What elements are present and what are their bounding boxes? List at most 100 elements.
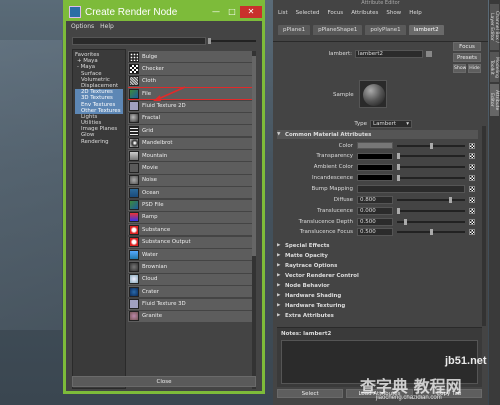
attr-slider[interactable] xyxy=(397,164,465,171)
tab-pplaneshape1[interactable]: pPlaneShape1 xyxy=(313,25,363,35)
node-item-checker[interactable]: Checker xyxy=(128,63,252,75)
side-tab-channel-box[interactable]: Channel Box / Layer Editor xyxy=(489,4,499,50)
section-extra-attributes[interactable]: ▶ Extra Attributes xyxy=(277,311,478,320)
ae-menu-show[interactable]: Show xyxy=(386,10,401,16)
node-item-file[interactable]: File xyxy=(128,87,252,101)
slider-knob[interactable] xyxy=(397,174,400,181)
map-texture-icon[interactable] xyxy=(469,153,475,160)
node-item-mountain[interactable]: Mountain xyxy=(128,150,252,162)
section-hardware-shading[interactable]: ▶ Hardware Shading xyxy=(277,291,478,300)
color-swatch[interactable] xyxy=(357,163,393,171)
tab-lambert2[interactable]: lambert2 xyxy=(408,25,444,35)
attr-slider[interactable] xyxy=(397,218,465,225)
map-texture-icon[interactable] xyxy=(469,142,475,149)
hide-button[interactable]: Hide xyxy=(468,64,481,73)
map-texture-icon[interactable] xyxy=(469,174,475,181)
attr-slider[interactable] xyxy=(397,153,465,160)
section-node-behavior[interactable]: ▶ Node Behavior xyxy=(277,281,478,290)
minimize-icon[interactable]: — xyxy=(208,6,224,18)
slider-knob[interactable] xyxy=(430,142,433,149)
section-special-effects[interactable]: ▶ Special Effects xyxy=(277,241,478,250)
node-item-noise[interactable]: Noise xyxy=(128,174,252,186)
show-button[interactable]: Show xyxy=(453,64,466,73)
close-icon[interactable]: ✕ xyxy=(240,6,262,18)
node-name-field[interactable]: lambert2 xyxy=(355,50,423,58)
color-swatch[interactable] xyxy=(357,152,393,160)
menu-help[interactable]: Help xyxy=(100,23,114,30)
ae-menu-attributes[interactable]: Attributes xyxy=(351,10,378,16)
attr-slider[interactable] xyxy=(397,207,465,214)
search-input[interactable] xyxy=(72,37,206,45)
node-item-ocean[interactable]: Ocean xyxy=(128,187,252,199)
slider-knob[interactable] xyxy=(430,229,433,236)
node-item-cloud[interactable]: Cloud xyxy=(128,273,252,285)
slider-knob[interactable] xyxy=(397,207,400,214)
common-attributes-header[interactable]: ▼ Common Material Attributes xyxy=(277,130,478,139)
section-matte-opacity[interactable]: ▶ Matte Opacity xyxy=(277,251,478,260)
select-button[interactable]: Select xyxy=(277,389,344,398)
node-item-brownian[interactable]: Brownian xyxy=(128,261,252,273)
ae-menu-help[interactable]: Help xyxy=(409,10,422,16)
map-texture-icon[interactable] xyxy=(469,186,475,193)
node-item-mandelbrot[interactable]: Mandelbrot xyxy=(128,137,252,149)
focus-button[interactable]: Focus xyxy=(453,42,481,51)
attr-slider[interactable] xyxy=(397,142,465,149)
slider-knob[interactable] xyxy=(449,197,452,203)
ae-menu-list[interactable]: List xyxy=(278,10,288,16)
node-item-ramp[interactable]: Ramp xyxy=(128,211,252,224)
slider-knob[interactable] xyxy=(404,218,407,225)
tab-pplane1[interactable]: pPlane1 xyxy=(278,25,311,35)
node-item-grid[interactable]: Grid xyxy=(128,125,252,137)
color-swatch[interactable] xyxy=(357,174,393,182)
node-link-icon[interactable] xyxy=(426,51,432,57)
maximize-icon[interactable]: □ xyxy=(224,6,240,18)
attr-slider[interactable] xyxy=(397,229,465,236)
section-vector-renderer-control[interactable]: ▶ Vector Renderer Control xyxy=(277,271,478,280)
attr-value-field[interactable]: 0.500 xyxy=(357,228,393,237)
node-item-psd-file[interactable]: PSD File xyxy=(128,199,252,211)
node-item-fluid-texture-2d[interactable]: Fluid Texture 2D xyxy=(128,100,252,112)
attr-value-field[interactable]: 0.500 xyxy=(357,217,393,226)
tree-item[interactable]: Other Textures xyxy=(75,107,123,114)
slider-knob[interactable] xyxy=(397,164,400,171)
attr-value-field[interactable]: 0.800 xyxy=(357,196,393,204)
type-dropdown[interactable]: Lambert ▾ xyxy=(370,120,412,128)
color-swatch[interactable] xyxy=(357,142,393,149)
menu-options[interactable]: Options xyxy=(71,23,94,30)
map-texture-icon[interactable] xyxy=(469,164,475,171)
slider-knob[interactable] xyxy=(397,153,400,160)
attribute-editor-scrollbar[interactable] xyxy=(482,126,486,326)
node-item-cloth[interactable]: Cloth xyxy=(128,75,252,87)
node-item-bulge[interactable]: Bulge xyxy=(128,51,252,63)
side-tab-attribute-editor[interactable]: Attribute Editor xyxy=(489,84,499,116)
node-item-substance[interactable]: Substance xyxy=(128,224,252,236)
window-titlebar[interactable]: Create Render Node — □ ✕ xyxy=(66,2,262,22)
bump-mapping-field[interactable] xyxy=(357,185,465,194)
presets-button[interactable]: Presets xyxy=(453,53,481,62)
node-item-water[interactable]: Water xyxy=(128,249,252,261)
tab-polyplane1[interactable]: polyPlane1 xyxy=(365,25,406,35)
tree-item[interactable]: Rendering xyxy=(75,139,123,145)
ae-menu-selected[interactable]: Selected xyxy=(296,10,320,16)
node-item-granite[interactable]: Granite xyxy=(128,310,252,323)
section-raytrace-options[interactable]: ▶ Raytrace Options xyxy=(277,261,478,270)
attr-slider[interactable] xyxy=(397,197,465,203)
node-item-crater[interactable]: Crater xyxy=(128,286,252,298)
attr-slider[interactable] xyxy=(397,174,465,181)
map-texture-icon[interactable] xyxy=(469,218,475,225)
map-texture-icon[interactable] xyxy=(469,229,475,236)
attr-label: Ambient Color xyxy=(313,164,353,171)
section-hardware-texturing[interactable]: ▶ Hardware Texturing xyxy=(277,301,478,310)
icon-size-slider[interactable] xyxy=(208,38,256,44)
node-item-movie[interactable]: Movie xyxy=(128,162,252,174)
node-item-substance-output[interactable]: Substance Output xyxy=(128,236,252,248)
node-item-fractal[interactable]: Fractal xyxy=(128,112,252,125)
node-item-fluid-texture-3d[interactable]: Fluid Texture 3D xyxy=(128,298,252,310)
map-texture-icon[interactable] xyxy=(469,207,475,214)
ae-menu-focus[interactable]: Focus xyxy=(327,10,343,16)
attr-value-field[interactable]: 0.000 xyxy=(357,206,393,215)
map-texture-icon[interactable] xyxy=(469,197,475,203)
close-button[interactable]: Close xyxy=(72,376,256,387)
node-list-scrollbar[interactable] xyxy=(252,51,256,389)
side-tab-modeling-toolkit[interactable]: Modeling Toolkit xyxy=(489,52,499,82)
